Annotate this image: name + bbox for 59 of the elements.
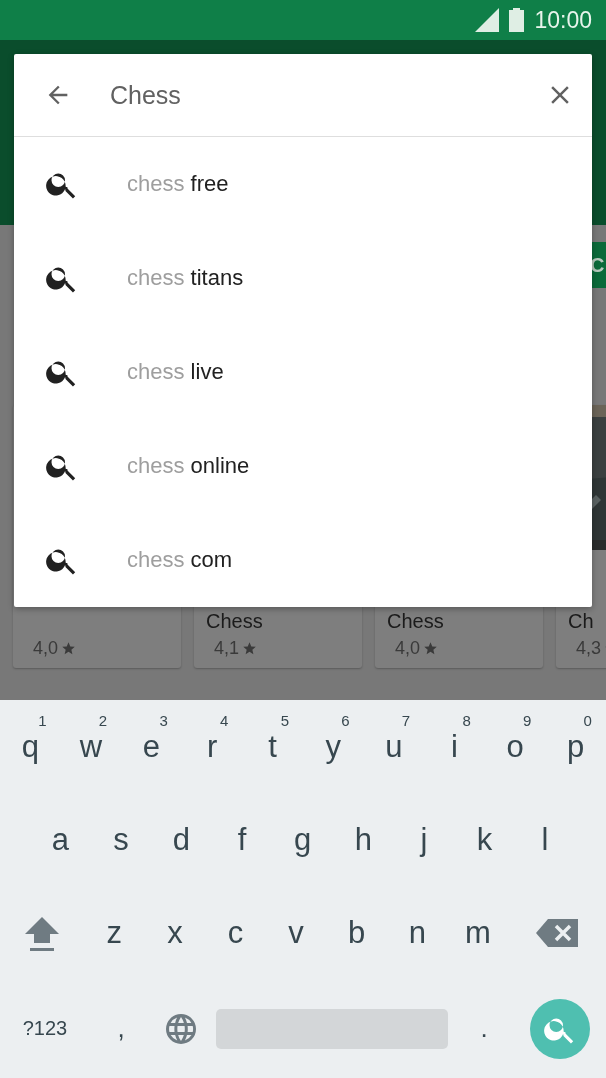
- rating-text: 4,3: [576, 638, 602, 659]
- star-icon: [242, 641, 258, 656]
- suggestion-item[interactable]: chess live: [127, 359, 224, 385]
- key[interactable]: x: [144, 886, 206, 979]
- backspace-icon: [536, 918, 579, 947]
- key[interactable]: k: [454, 793, 515, 886]
- suggestion-item[interactable]: chess titans: [127, 265, 244, 291]
- suggestion-item[interactable]: chess online: [127, 453, 250, 479]
- signal-icon: [475, 8, 500, 32]
- suggestion-item[interactable]: chess com: [127, 547, 233, 573]
- period-key[interactable]: .: [454, 998, 514, 1059]
- key-hint: 3: [159, 712, 168, 729]
- key-hint: 5: [280, 712, 289, 729]
- key[interactable]: g: [272, 793, 333, 886]
- symbols-key[interactable]: ?123: [0, 998, 90, 1059]
- suggestion-item[interactable]: chess free: [127, 171, 229, 197]
- key[interactable]: 6 y: [302, 700, 364, 793]
- key-hint: 7: [401, 712, 411, 729]
- key-hint: 6: [341, 712, 350, 729]
- key[interactable]: j: [393, 793, 455, 886]
- key-hint: 1: [38, 712, 47, 729]
- star-icon: [61, 641, 77, 656]
- key[interactable]: a: [30, 793, 91, 886]
- comma-key[interactable]: ,: [90, 998, 152, 1059]
- star-icon: [423, 641, 439, 656]
- key[interactable]: 8 i: [424, 700, 485, 793]
- key[interactable]: z: [84, 886, 145, 979]
- app-title: Chess: [206, 610, 264, 632]
- clock-text: 10:00: [534, 6, 592, 34]
- key-hint: 9: [523, 712, 532, 729]
- rating-text: 4,0: [395, 638, 421, 659]
- key[interactable]: l: [514, 793, 576, 886]
- key-hint: 2: [98, 712, 108, 729]
- key[interactable]: s: [90, 793, 152, 886]
- key[interactable]: d: [151, 793, 212, 886]
- key[interactable]: b: [326, 886, 387, 979]
- search-field[interactable]: Chess: [108, 79, 544, 111]
- key[interactable]: 7 u: [363, 700, 425, 793]
- key-hint: 8: [462, 712, 471, 729]
- key[interactable]: m: [447, 886, 509, 979]
- key[interactable]: 2 w: [60, 700, 122, 793]
- key[interactable]: c: [205, 886, 266, 979]
- key[interactable]: v: [265, 886, 327, 979]
- key[interactable]: 0 p: [545, 700, 606, 793]
- rating-text: 4,1: [214, 638, 240, 659]
- key-hint: 4: [220, 712, 229, 729]
- battery-icon: [509, 8, 525, 32]
- key[interactable]: f: [211, 793, 273, 886]
- key[interactable]: n: [386, 886, 448, 979]
- app-title: Ch: [568, 610, 595, 632]
- key[interactable]: 5 t: [242, 700, 303, 793]
- key[interactable]: 4 r: [181, 700, 243, 793]
- key-hint: 0: [583, 712, 592, 729]
- key[interactable]: 3 e: [121, 700, 182, 793]
- app-title: Chess: [387, 610, 445, 632]
- rating-text: 4,0: [33, 638, 59, 659]
- key[interactable]: 9 o: [484, 700, 546, 793]
- key[interactable]: h: [332, 793, 394, 886]
- key[interactable]: 1 q: [0, 700, 61, 793]
